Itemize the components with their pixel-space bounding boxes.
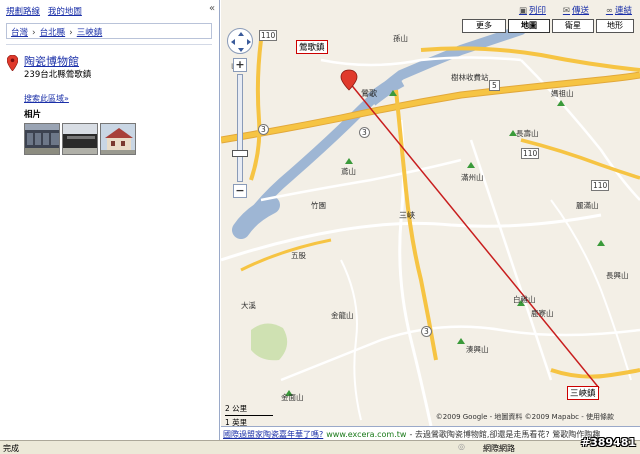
zoom-slider-knob[interactable] xyxy=(232,150,248,157)
photo-thumbnail[interactable] xyxy=(100,123,136,155)
ad-bar: 國際過盟家陶瓷嘉年華了嗎? www.excera.com.tw - 去過鶯歌陶瓷博物… xyxy=(221,426,640,440)
peak-icon xyxy=(467,162,475,168)
search-nearby-link[interactable]: 搜索此區域» xyxy=(24,93,69,104)
link-button[interactable]: ∞ 連結 xyxy=(606,6,632,16)
breadcrumb-sanxia[interactable]: 三峽鎮 xyxy=(77,28,103,38)
ad-link[interactable]: 國際過盟家陶瓷嘉年華了嗎? xyxy=(223,430,323,439)
map-label: 鶯歌 xyxy=(361,89,377,98)
breadcrumb-separator: › xyxy=(32,28,36,38)
destination-label: 三峽鎮 xyxy=(567,386,599,400)
pan-arrows-icon xyxy=(231,32,251,52)
map-type-more[interactable]: 更多 xyxy=(462,19,506,33)
breadcrumb: 台灣 › 台北縣 › 三峽鎮 xyxy=(6,23,212,39)
route-shield: 110 xyxy=(591,180,610,191)
breadcrumb-taiwan[interactable]: 台灣 xyxy=(11,28,28,38)
collapse-panel-icon[interactable]: « xyxy=(209,3,215,14)
road xyxy=(550,199,632,381)
highway xyxy=(550,368,640,379)
road xyxy=(340,259,362,421)
left-panel: 規劃路線 我的地圖 « 台灣 › 台北縣 › 三峽鎮 陶瓷博物館 239台北縣鶯歌鎮 搜… xyxy=(0,0,220,440)
highway xyxy=(249,39,263,181)
peak-icon xyxy=(345,158,353,164)
route-line xyxy=(348,81,600,389)
print-button[interactable]: ▣ 列印 xyxy=(519,6,546,16)
breadcrumb-separator: › xyxy=(69,28,73,38)
map-label: 麗滿山 xyxy=(576,201,599,210)
ad-text: - 去過鶯歌陶瓷博物館,卻還是走馬看花? 鶯歌陶作陶趣 xyxy=(409,430,601,439)
map-label: 金龍山 xyxy=(331,311,354,320)
map-type-terrain[interactable]: 地形 xyxy=(596,19,634,33)
internet-zone: 網際網路 xyxy=(483,444,515,453)
route-shield: 3 xyxy=(421,326,432,337)
map-toolbar: ▣ 列印 ✉ 傳送 ∞ 連結 xyxy=(505,4,632,16)
origin-label: 鶯歌鎮 xyxy=(296,40,328,54)
my-maps-link[interactable]: 我的地圖 xyxy=(48,7,82,17)
map-label: 五股 xyxy=(291,251,306,260)
map-label: 湊興山 xyxy=(466,345,489,354)
place-name-link[interactable]: 陶瓷博物館 xyxy=(24,53,79,69)
security-icon: ◎ xyxy=(458,442,465,451)
map-type-satellite[interactable]: 衛星 xyxy=(552,19,594,33)
map-label: 長興山 xyxy=(606,271,629,280)
map-label: 鳶山 xyxy=(341,167,356,176)
highway xyxy=(520,138,640,180)
map-label: 大溪 xyxy=(241,301,256,310)
map-label: 金面山 xyxy=(281,393,304,402)
pan-control[interactable] xyxy=(227,28,253,54)
location-pin-icon xyxy=(7,55,18,71)
park-area xyxy=(251,323,288,361)
route-shield: 110 xyxy=(259,30,278,41)
route-shield: 110 xyxy=(521,148,540,159)
photo-thumbnail[interactable] xyxy=(24,123,60,155)
map-canvas[interactable]: 110 3 3 110 110 3 5 孫山 樹林收費站 媽祖山 長壽山 滿州山… xyxy=(221,0,640,426)
photo-thumbnail[interactable] xyxy=(62,123,98,155)
zoom-out-button[interactable]: − xyxy=(233,184,247,198)
marker-a-icon xyxy=(340,69,358,91)
map-copyright: ©2009 Google - 地圖資料 ©2009 Mapabc - 使用條款 xyxy=(435,413,614,421)
route-shield: 3 xyxy=(359,127,370,138)
highway xyxy=(240,238,332,272)
river xyxy=(232,196,280,239)
map-graphics xyxy=(221,25,640,426)
divider xyxy=(6,44,212,45)
mail-icon: ✉ xyxy=(562,6,570,16)
top-links: 規劃路線 我的地圖 xyxy=(6,5,87,17)
zoom-in-button[interactable]: + xyxy=(233,58,247,72)
place-address: 239台北縣鶯歌鎮 xyxy=(24,70,92,80)
map-label: 滿州山 xyxy=(461,173,484,182)
zoom-slider[interactable] xyxy=(237,74,243,182)
map-scale: 2 公里 1 英里 xyxy=(225,403,273,426)
link-icon: ∞ xyxy=(605,6,613,16)
route-shield: 3 xyxy=(258,124,269,135)
printer-icon: ▣ xyxy=(518,6,527,16)
highway xyxy=(221,72,640,143)
app-window: 規劃路線 我的地圖 « 台灣 › 台北縣 › 三峽鎮 陶瓷博物館 239台北縣鶯歌鎮 搜… xyxy=(0,0,640,454)
scale-mile: 1 英里 xyxy=(225,418,248,426)
map-label: 長壽山 xyxy=(516,129,539,138)
route-shield: 5 xyxy=(489,80,500,91)
map-label: 竹園 xyxy=(311,201,326,210)
directions-link[interactable]: 規劃路線 xyxy=(6,7,40,17)
map-label: 樹林收費站 xyxy=(451,73,489,82)
status-bar: 完成 ◎ 網際網路 xyxy=(0,440,640,454)
photos-label: 相片 xyxy=(24,110,42,120)
scale-km: 2 公里 xyxy=(225,404,248,413)
ad-url[interactable]: www.excera.com.tw xyxy=(326,430,406,439)
peak-icon xyxy=(457,338,465,344)
map-label: 媽祖山 xyxy=(551,89,574,98)
map-type-map[interactable]: 地圖 xyxy=(508,19,550,33)
breadcrumb-taipei-county[interactable]: 台北縣 xyxy=(40,28,66,38)
send-button[interactable]: ✉ 傳送 xyxy=(563,6,589,16)
map-label: 白雞山 xyxy=(513,295,536,304)
map-label: 三峽 xyxy=(399,211,415,220)
watermark: #389481 xyxy=(580,436,636,449)
status-text: 完成 xyxy=(3,444,19,453)
map-label: 孫山 xyxy=(393,34,408,43)
map-label: 鹿寮山 xyxy=(531,309,554,318)
peak-icon xyxy=(597,240,605,246)
